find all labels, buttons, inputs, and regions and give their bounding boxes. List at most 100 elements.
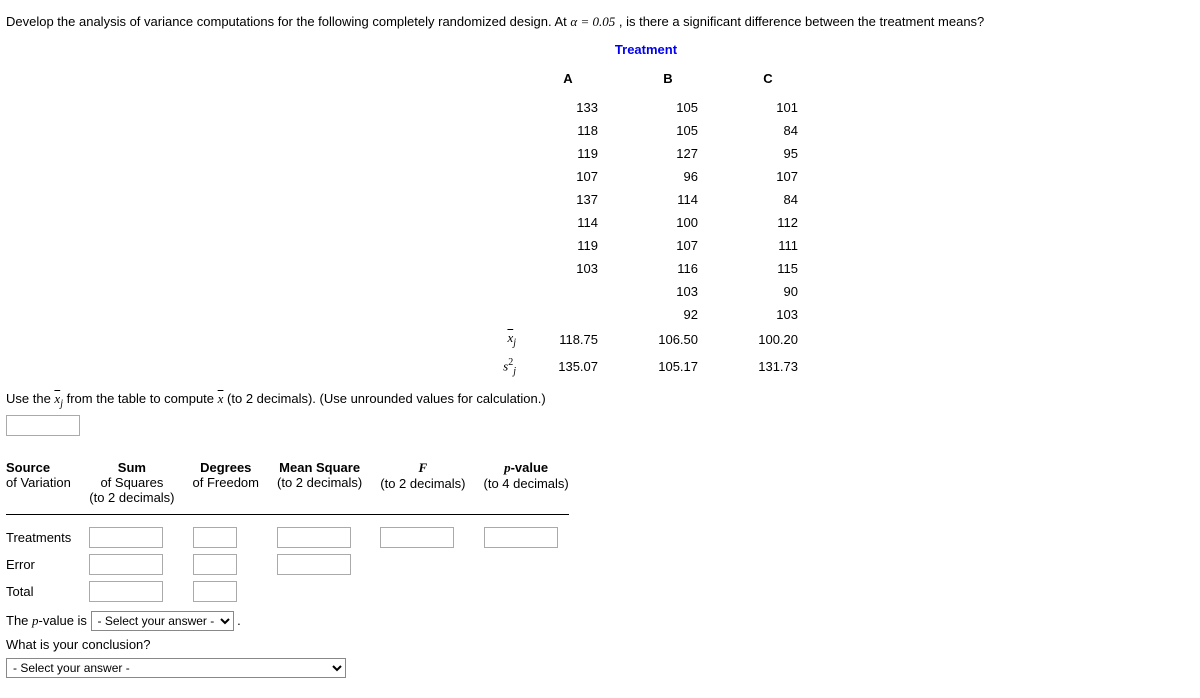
- data-cell: 107: [718, 165, 818, 188]
- data-cell: 103: [718, 303, 818, 326]
- pvalue-select[interactable]: - Select your answer -: [91, 611, 234, 631]
- mean-c: 100.20: [718, 326, 818, 353]
- data-row: 133105101: [466, 96, 818, 119]
- s2-j-label: s2j: [466, 353, 518, 381]
- data-cell: 101: [718, 96, 818, 119]
- df-error-input[interactable]: [193, 554, 237, 575]
- anova-row-treatments-label: Treatments: [6, 524, 89, 551]
- conclusion-select[interactable]: - Select your answer -: [6, 658, 346, 678]
- anova-th-df1: Degrees: [200, 460, 251, 475]
- data-cell: [518, 303, 618, 326]
- period: .: [237, 613, 241, 628]
- data-col-c: C: [718, 65, 818, 96]
- data-cell: 133: [518, 96, 618, 119]
- data-row: 10390: [466, 280, 818, 303]
- data-cell: 100: [618, 211, 718, 234]
- intro-suffix: , is there a significant difference betw…: [619, 14, 984, 29]
- anova-th-p1: p-value: [504, 460, 548, 475]
- ms-error-input[interactable]: [277, 554, 351, 575]
- anova-th-f1: F: [419, 460, 428, 475]
- ss-total-input[interactable]: [89, 581, 163, 602]
- hint-suffix: (to 2 decimals). (Use unrounded values f…: [227, 391, 546, 406]
- data-cell: 90: [718, 280, 818, 303]
- data-cell: 103: [618, 280, 718, 303]
- data-cell: 118: [518, 119, 618, 142]
- anova-th-sum1: Sum: [118, 460, 146, 475]
- hint-prefix: Use the: [6, 391, 54, 406]
- ss-error-input[interactable]: [89, 554, 163, 575]
- f-input[interactable]: [380, 527, 454, 548]
- data-cell: 107: [618, 234, 718, 257]
- data-cell: 137: [518, 188, 618, 211]
- ms-treatments-input[interactable]: [277, 527, 351, 548]
- data-cell: 105: [618, 119, 718, 142]
- mean-row: xj 118.75 106.50 100.20: [466, 326, 818, 353]
- data-cell: 103: [518, 257, 618, 280]
- anova-th-df2: of Freedom: [193, 475, 259, 490]
- data-row: 11810584: [466, 119, 818, 142]
- pvalue-label: The p-value is: [6, 613, 91, 628]
- var-a: 135.07: [518, 353, 618, 381]
- anova-th-ms2: (to 2 decimals): [277, 475, 362, 490]
- data-cell: 84: [718, 119, 818, 142]
- ss-treatments-input[interactable]: [89, 527, 163, 548]
- anova-th-ms1: Mean Square: [279, 460, 360, 475]
- anova-row-error-label: Error: [6, 551, 89, 578]
- hint-mid: from the table to compute: [67, 391, 218, 406]
- data-row: 10796107: [466, 165, 818, 188]
- data-row: 103116115: [466, 257, 818, 280]
- data-cell: 114: [618, 188, 718, 211]
- data-cell: 111: [718, 234, 818, 257]
- variance-row: s2j 135.07 105.17 131.73: [466, 353, 818, 381]
- data-col-a: A: [518, 65, 618, 96]
- data-cell: 96: [618, 165, 718, 188]
- data-cell: 119: [518, 234, 618, 257]
- anova-table: Source of Variation Sum of Squares (to 2…: [6, 456, 587, 605]
- data-row: 114100112: [466, 211, 818, 234]
- anova-row-total: Total: [6, 578, 587, 605]
- compute-hint: Use the xj from the table to compute x (…: [6, 391, 1194, 410]
- anova-th-source2: of Variation: [6, 475, 71, 490]
- mean-a: 118.75: [518, 326, 618, 353]
- data-cell: 114: [518, 211, 618, 234]
- anova-th-sum2: of Squares: [89, 475, 174, 490]
- grand-mean-input[interactable]: [6, 415, 80, 436]
- data-cell: 119: [518, 142, 618, 165]
- intro-prefix: Develop the analysis of variance computa…: [6, 14, 570, 29]
- data-cell: 95: [718, 142, 818, 165]
- anova-row-error: Error: [6, 551, 587, 578]
- data-row: 92103: [466, 303, 818, 326]
- data-col-b: B: [618, 65, 718, 96]
- data-row: 11912795: [466, 142, 818, 165]
- anova-row-total-label: Total: [6, 578, 89, 605]
- data-cell: 92: [618, 303, 718, 326]
- mean-b: 106.50: [618, 326, 718, 353]
- xbar-j-inline: xj: [54, 391, 63, 406]
- data-cell: 112: [718, 211, 818, 234]
- data-cell: [518, 280, 618, 303]
- df-treatments-input[interactable]: [193, 527, 237, 548]
- pvalue-input[interactable]: [484, 527, 558, 548]
- anova-th-source1: Source: [6, 460, 50, 475]
- data-cell: 84: [718, 188, 818, 211]
- data-cell: 105: [618, 96, 718, 119]
- anova-th-f2: (to 2 decimals): [380, 476, 465, 491]
- data-cell: 116: [618, 257, 718, 280]
- alpha-expression: α = 0.05: [570, 14, 615, 29]
- xbar-j-label: xj: [466, 326, 518, 353]
- data-cell: 115: [718, 257, 818, 280]
- var-c: 131.73: [718, 353, 818, 381]
- anova-th-p2: (to 4 decimals): [484, 476, 569, 491]
- var-b: 105.17: [618, 353, 718, 381]
- pvalue-line: The p-value is - Select your answer - .: [6, 611, 1194, 631]
- data-cell: 127: [618, 142, 718, 165]
- data-row: 13711484: [466, 188, 818, 211]
- treatment-heading: Treatment: [486, 42, 806, 57]
- df-total-input[interactable]: [193, 581, 237, 602]
- question-prompt: Develop the analysis of variance computa…: [6, 14, 1194, 30]
- anova-row-treatments: Treatments: [6, 524, 587, 551]
- data-cell: 107: [518, 165, 618, 188]
- conclusion-question: What is your conclusion?: [6, 637, 1194, 652]
- data-table: A B C 1331051011181058411912795107961071…: [466, 65, 818, 381]
- data-row: 119107111: [466, 234, 818, 257]
